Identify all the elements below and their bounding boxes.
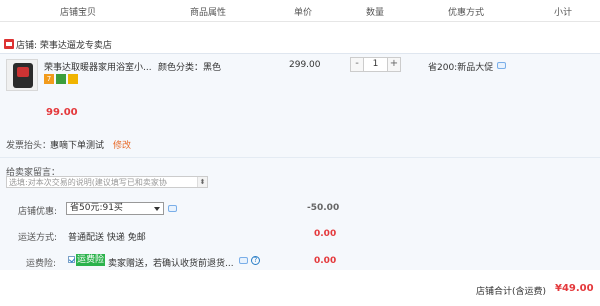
coupon-selected-value: 省50元:91买: [70, 203, 123, 213]
shop-row: 店铺: 荣事达遛龙专卖店: [0, 36, 600, 54]
insurance-tag: 运费险: [76, 254, 106, 266]
insurance-label: 运费险:: [26, 259, 57, 269]
resize-arrows-icon[interactable]: ⬍: [197, 177, 207, 187]
guarantee-badge-icon[interactable]: [56, 74, 66, 84]
shipping-label: 运送方式:: [18, 233, 58, 243]
insurance-checkbox[interactable]: [68, 256, 75, 263]
quantity-input[interactable]: 1: [364, 58, 387, 71]
table-header: 店铺宝贝 商品属性 单价 数量 优惠方式 小计: [0, 0, 600, 22]
shipping-method: 普通配送 快递 免邮: [68, 233, 146, 243]
shop-total-amount: ¥49.00: [555, 283, 594, 294]
coupon-label: 店铺优惠:: [18, 207, 58, 217]
credit-card-badge-icon[interactable]: [68, 74, 78, 84]
col-header-shop-item: 店铺宝贝: [60, 8, 97, 18]
chevron-down-icon: [154, 207, 160, 211]
seven-day-return-badge-icon[interactable]: 7: [44, 74, 54, 84]
invoice-label: 发票抬头：: [6, 141, 52, 151]
help-icon[interactable]: ?: [251, 256, 260, 265]
col-header-discount: 优惠方式: [448, 8, 485, 18]
shop-name-text[interactable]: 荣事达遛龙专卖店: [40, 41, 112, 51]
coupon-chat-icon[interactable]: [168, 205, 177, 212]
heater-image-icon: [13, 63, 33, 88]
insurance-chat-icon[interactable]: [239, 257, 248, 264]
coupon-amount: -50.00: [307, 203, 340, 213]
promotion-text: 省200:新品大促: [428, 63, 494, 73]
quantity-decrease-button[interactable]: -: [351, 58, 364, 71]
promo-chat-icon[interactable]: [497, 62, 506, 69]
col-header-unit-price: 单价: [294, 8, 313, 18]
cart-item-row: 荣事达取暖器家用浴室小... 7 99.00 颜色分类：黑色 299.00 - …: [0, 53, 600, 124]
product-title-link[interactable]: 荣事达取暖器家用浴室小...: [44, 60, 152, 73]
invoice-edit-link[interactable]: 修改: [113, 138, 131, 151]
message-placeholder: 选填:对本次交易的说明(建议填写已和卖家协: [9, 178, 167, 187]
shop-icon: [4, 39, 14, 49]
col-header-quantity: 数量: [366, 8, 385, 18]
shipping-amount: 0.00: [314, 229, 337, 239]
invoice-value: 惠嘀下单测试: [50, 141, 105, 151]
insurance-description: 卖家赠送，若确认收货前退货...: [108, 259, 234, 269]
col-header-subtotal: 小计: [554, 8, 573, 18]
product-attribute: 颜色分类：黑色: [158, 63, 222, 73]
quantity-stepper: - 1 +: [350, 57, 401, 72]
divider: [0, 157, 600, 158]
item-subtotal-price: 99.00: [46, 107, 78, 118]
insurance-amount: 0.00: [314, 256, 337, 266]
shop-name[interactable]: 店铺: 荣事达遛龙专卖店: [16, 38, 112, 51]
shop-label: 店铺:: [16, 41, 40, 51]
col-header-attributes: 商品属性: [190, 8, 227, 18]
unit-price: 299.00: [289, 60, 321, 70]
product-thumbnail[interactable]: [6, 59, 38, 91]
coupon-select[interactable]: 省50元:91买: [66, 202, 164, 215]
shop-total-label: 店铺合计(含运费): [476, 287, 547, 297]
quantity-increase-button[interactable]: +: [387, 58, 400, 71]
seller-message-input[interactable]: 选填:对本次交易的说明(建议填写已和卖家协 ⬍: [6, 176, 208, 188]
